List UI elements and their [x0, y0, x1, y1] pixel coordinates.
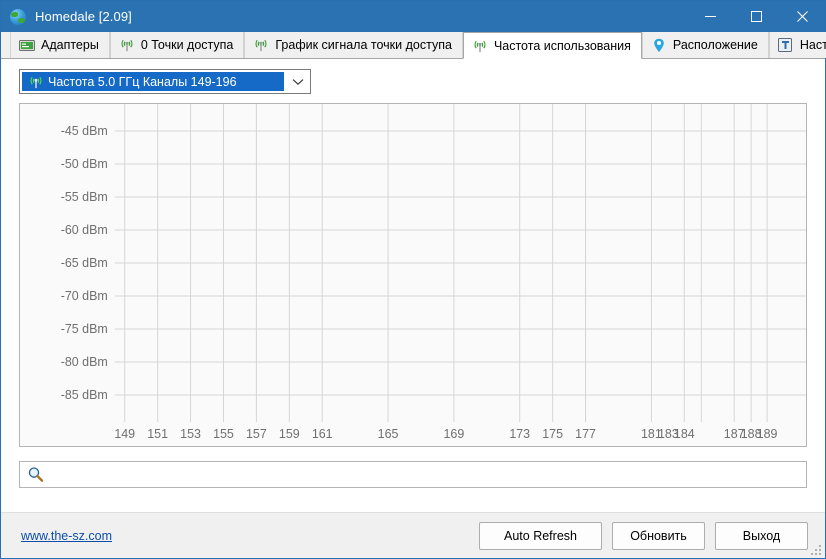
band-select-arrow[interactable]	[286, 70, 310, 93]
y-tick-label: -80 dBm	[61, 355, 108, 369]
tab-signal-graph[interactable]: График сигнала точки доступа	[244, 32, 463, 58]
x-tick-label: 169	[444, 427, 465, 441]
tab-label: Расположение	[672, 38, 758, 52]
x-tick-label: 189	[757, 427, 778, 441]
x-tick-label: 177	[575, 427, 596, 441]
tab-label: График сигнала точки доступа	[275, 38, 452, 52]
refresh-button[interactable]: Обновить	[612, 521, 705, 550]
tab-adapters[interactable]: Адаптеры	[10, 32, 110, 58]
y-tick-label: -70 dBm	[61, 289, 108, 303]
band-select-value-wrap: Частота 5.0 ГГц Каналы 149-196	[22, 72, 284, 91]
window-title: Homedale [2.09]	[35, 9, 132, 24]
app-window: Homedale [2.09] Адаптеры 0 Точки доступа…	[0, 0, 826, 559]
x-tick-label: 149	[114, 427, 135, 441]
tab-label: Частота использования	[493, 38, 631, 53]
globe-icon	[10, 8, 26, 25]
footer-buttons: Auto Refresh Обновить Выход	[479, 521, 808, 550]
content-area: Частота 5.0 ГГц Каналы 149-196 -45 dBm -…	[1, 59, 825, 512]
minimize-icon	[704, 16, 716, 17]
x-tick-label: 151	[147, 427, 168, 441]
x-tick-label: 165	[378, 427, 399, 441]
footer-bar: www.the-sz.com Auto Refresh Обновить Вых…	[1, 512, 825, 558]
y-tick-label: -50 dBm	[61, 157, 108, 171]
window-controls	[687, 1, 825, 32]
x-tick-label: 155	[213, 427, 234, 441]
x-tick-label: 159	[279, 427, 300, 441]
tab-location[interactable]: Расположение	[641, 32, 769, 58]
close-icon	[796, 11, 808, 22]
x-tick-label: 184	[674, 427, 695, 441]
tab-access-points[interactable]: 0 Точки доступа	[109, 32, 245, 58]
antenna-icon	[472, 39, 488, 53]
y-tick-label: -60 dBm	[61, 223, 108, 237]
auto-refresh-button[interactable]: Auto Refresh	[479, 521, 602, 550]
maximize-button[interactable]	[733, 1, 779, 32]
y-tick-label: -55 dBm	[61, 190, 108, 204]
search-icon[interactable]	[27, 466, 44, 483]
y-tick-label: -75 dBm	[61, 322, 108, 336]
search-bar[interactable]	[19, 461, 807, 488]
x-tick-label: 157	[246, 427, 267, 441]
chart-canvas: -45 dBm -50 dBm -55 dBm -60 dBm -65 dBm …	[20, 104, 806, 446]
x-tick-label: 173	[509, 427, 530, 441]
tab-label: Настройки	[799, 38, 826, 52]
search-bar-row	[1, 447, 825, 488]
maximize-icon	[750, 11, 762, 22]
network-card-icon	[19, 38, 35, 52]
tab-label: Адаптеры	[41, 38, 99, 52]
tab-settings[interactable]: Настройки	[768, 32, 826, 58]
band-select-row: Частота 5.0 ГГц Каналы 149-196	[1, 59, 825, 103]
band-select[interactable]: Частота 5.0 ГГц Каналы 149-196	[19, 69, 311, 94]
exit-button[interactable]: Выход	[715, 521, 808, 550]
close-button[interactable]	[779, 1, 825, 32]
chart-y-axis-labels: -45 dBm -50 dBm -55 dBm -60 dBm -65 dBm …	[61, 124, 108, 402]
tab-frequency-usage[interactable]: Частота использования	[462, 32, 642, 59]
resize-grip-icon[interactable]	[810, 544, 822, 556]
settings-icon	[778, 38, 794, 52]
website-link[interactable]: www.the-sz.com	[21, 529, 112, 543]
frequency-usage-chart[interactable]: -45 dBm -50 dBm -55 dBm -60 dBm -65 dBm …	[19, 103, 807, 447]
title-bar: Homedale [2.09]	[1, 1, 825, 32]
antenna-icon	[28, 75, 44, 89]
map-pin-icon	[651, 38, 667, 52]
antenna-icon	[119, 38, 135, 52]
x-tick-label: 175	[542, 427, 563, 441]
band-select-value: Частота 5.0 ГГц Каналы 149-196	[48, 74, 237, 89]
x-tick-label: 153	[180, 427, 201, 441]
tab-bar: Адаптеры 0 Точки доступа График сигнала …	[1, 32, 826, 59]
tab-label: 0 Точки доступа	[140, 38, 234, 52]
y-tick-label: -65 dBm	[61, 256, 108, 270]
minimize-button[interactable]	[687, 1, 733, 32]
antenna-icon	[253, 38, 269, 52]
x-tick-label: 161	[312, 427, 333, 441]
y-tick-label: -85 dBm	[61, 388, 108, 402]
chevron-down-icon	[292, 78, 304, 85]
y-tick-label: -45 dBm	[61, 124, 108, 138]
